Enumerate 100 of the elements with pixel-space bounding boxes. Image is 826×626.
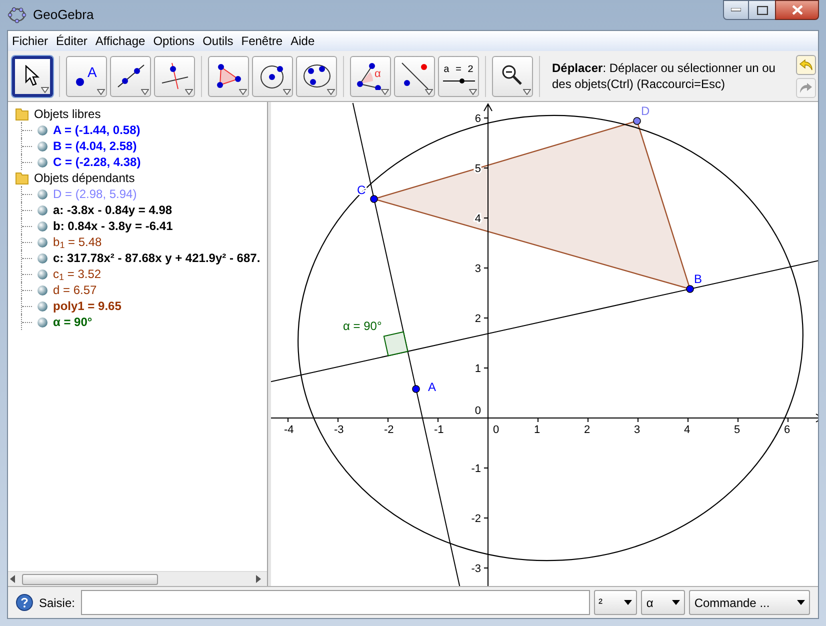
dropdown-triangle-icon [425, 88, 433, 94]
scrollbar-thumb[interactable] [22, 574, 158, 584]
caret-icon [797, 600, 806, 605]
point-marker[interactable] [412, 385, 420, 393]
dropdown-triangle-icon [239, 88, 247, 94]
algebra-item[interactable]: d = 6.57 [53, 282, 97, 298]
algebra-item[interactable]: b$_{1}$ = 5.48 [53, 234, 102, 250]
sphere-icon [37, 124, 48, 136]
point-marker[interactable] [686, 285, 694, 293]
algebra-item[interactable]: a: -3.8x - 0.84y = 4.98 [53, 202, 172, 218]
y-tick-label: 0 [474, 405, 481, 417]
maximize-button[interactable] [749, 0, 775, 20]
dropdown-triangle-icon [523, 88, 531, 94]
y-tick-label: 4 [474, 213, 481, 225]
tool-button[interactable] [208, 56, 249, 96]
scroll-left-icon [8, 575, 18, 583]
reflect-tool-icon [400, 61, 430, 91]
dropdown-button[interactable]: ² [594, 590, 638, 615]
menu-item[interactable]: Fichier [8, 32, 52, 50]
horizontal-scrollbar[interactable] [8, 571, 267, 586]
undo-icon [799, 58, 813, 70]
y-tick-label: -2 [471, 513, 481, 525]
minimize-icon [731, 8, 741, 12]
point-label: D [641, 104, 650, 118]
algebra-item[interactable]: A = (-1.44, 0.58) [53, 122, 140, 138]
sphere-icon [37, 268, 48, 280]
menu-item[interactable]: Options [149, 32, 199, 50]
x-tick-label: 3 [634, 424, 640, 436]
scroll-right-icon [253, 575, 263, 583]
dropdown-triangle-icon [469, 88, 477, 94]
sphere-icon [37, 284, 48, 296]
tool-button[interactable] [154, 56, 195, 96]
dropdown-button[interactable]: α [641, 590, 686, 615]
dropdown-triangle-icon [283, 88, 291, 94]
x-tick-label: -1 [434, 424, 444, 436]
point-marker[interactable] [633, 117, 641, 125]
y-tick-label: -3 [471, 563, 481, 575]
close-icon [792, 5, 802, 15]
help-icon[interactable] [16, 594, 33, 611]
dropdown-button[interactable]: Commande ... [689, 590, 810, 615]
y-tick-label: -1 [471, 463, 481, 475]
dropdown-triangle-icon [97, 88, 105, 94]
x-tick-label: 4 [684, 424, 690, 436]
folder-icon [15, 171, 29, 185]
sphere-icon [37, 252, 48, 264]
close-button[interactable] [775, 0, 819, 20]
sphere-icon [37, 220, 48, 232]
algebra-item[interactable]: α = 90° [53, 314, 92, 330]
x-tick-label: 5 [734, 424, 740, 436]
tool-button[interactable]: a = 2 [438, 56, 479, 96]
algebra-item[interactable]: c: 317.78x² - 87.68x y + 421.9y² - 687. [53, 250, 260, 266]
tool-button[interactable] [12, 56, 53, 96]
folder-label[interactable]: Objets libres [34, 105, 101, 123]
tool-button[interactable]: A [66, 56, 107, 96]
tool-button[interactable] [394, 56, 435, 96]
sphere-icon [37, 300, 48, 312]
point-label: B [694, 272, 702, 286]
redo-button[interactable] [796, 78, 816, 98]
x-tick-label: -4 [284, 424, 294, 436]
menu-item[interactable]: Aide [286, 32, 319, 50]
folder-label[interactable]: Objets dépendants [34, 169, 135, 187]
input-label: Saisie: [38, 594, 75, 612]
algebra-item[interactable]: B = (4.04, 2.58) [53, 138, 137, 154]
sphere-icon [37, 140, 48, 152]
algebra-item[interactable]: b: 0.84x - 3.8y = -6.41 [53, 218, 173, 234]
sphere-icon [37, 156, 48, 168]
algebra-item[interactable]: poly1 = 9.65 [53, 298, 122, 314]
menu-item[interactable]: Outils [198, 32, 238, 50]
tool-button[interactable] [252, 56, 293, 96]
dropdown-triangle-icon [185, 88, 193, 94]
sphere-icon [37, 188, 48, 200]
tool-button[interactable] [296, 56, 337, 96]
caret-icon [672, 600, 680, 605]
right-angle-marker [383, 331, 408, 356]
y-tick-label: 2 [474, 313, 481, 325]
point-marker[interactable] [370, 195, 378, 203]
tool-button[interactable]: α [350, 56, 391, 96]
input-field[interactable] [80, 590, 590, 615]
algebra-item[interactable]: C = (-2.28, 4.38) [53, 154, 141, 170]
x-tick-label: 1 [534, 424, 540, 436]
pointer-icon [24, 65, 40, 87]
maximize-icon [756, 6, 768, 14]
menu-item[interactable]: Éditer [52, 32, 92, 50]
x-tick-label: 6 [784, 424, 790, 436]
menu-item[interactable]: Affichage [91, 32, 150, 50]
point-label: A [428, 380, 436, 394]
algebra-item[interactable]: c$_{1}$ = 3.52 [53, 266, 102, 282]
minimize-button[interactable] [723, 0, 749, 20]
x-tick-label: 2 [584, 424, 590, 436]
dropdown-triangle-icon [327, 88, 335, 94]
menu-item[interactable]: Fenêtre [237, 32, 287, 50]
dropdown-triangle-icon [141, 88, 149, 94]
sphere-icon [37, 236, 48, 248]
y-tick-label: 1 [474, 363, 481, 375]
x-tick-label: -3 [334, 424, 344, 436]
tool-button[interactable] [110, 56, 151, 96]
x-tick-label: 0 [493, 424, 500, 436]
tool-button[interactable] [492, 56, 533, 96]
undo-button[interactable] [796, 54, 816, 74]
y-tick-label: 3 [474, 263, 481, 275]
